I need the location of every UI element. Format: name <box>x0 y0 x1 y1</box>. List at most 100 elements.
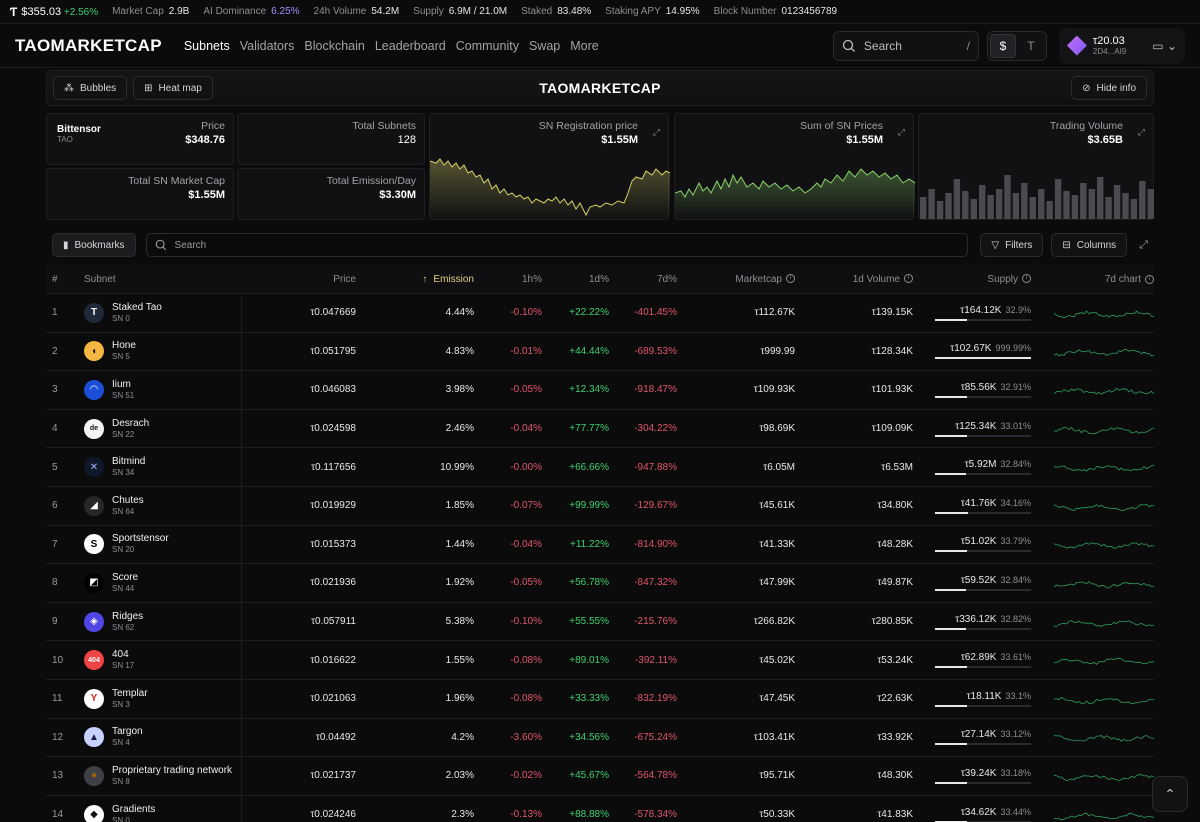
col-marketcap[interactable]: Marketcap i <box>677 274 795 285</box>
col-emission[interactable]: ↑ Emission <box>356 274 474 285</box>
subnet-cell[interactable]: ● Proprietary trading network SN 8 <box>84 757 242 795</box>
subnet-cell[interactable]: ◠ Iium SN 51 <box>84 371 242 409</box>
table-row[interactable]: 13 ● Proprietary trading network SN 8 τ0.… <box>46 756 1154 795</box>
table-search-input[interactable]: Search <box>145 233 969 257</box>
nav-link-swap[interactable]: Swap <box>529 39 560 53</box>
expand-icon[interactable]: ⤢ <box>898 127 905 138</box>
scroll-top-button[interactable]: ⌃ <box>1152 776 1188 812</box>
columns-button[interactable]: ⊟ Columns <box>1051 233 1128 257</box>
table-row[interactable]: 4 de Desrach SN 22 τ0.024598 2.46% -0.04%… <box>46 408 1154 448</box>
table-row[interactable]: 5 ✕ Bitmind SN 34 τ0.117656 10.99% -0.00%… <box>46 447 1154 486</box>
currency-tao[interactable]: T <box>1018 34 1044 58</box>
volume-bar <box>1088 189 1095 219</box>
col-supply[interactable]: Supply i <box>913 274 1031 285</box>
row-index: 11 <box>52 693 63 705</box>
sparkline-cell <box>1031 603 1154 641</box>
eye-off-icon: ⊘ <box>1082 82 1091 94</box>
expand-icon[interactable]: ⤢ <box>653 127 660 138</box>
table-row[interactable]: 2 ◖ Hone SN 5 τ0.051795 4.83% -0.01% +44.… <box>46 331 1154 371</box>
subnet-cell[interactable]: Y Templar SN 3 <box>84 679 242 718</box>
supply-cell: τ27.14K 33.12% <box>913 729 1031 746</box>
table-row[interactable]: 9 ◈ Ridges SN 62 τ0.057911 5.38% -0.10% +… <box>46 601 1154 641</box>
nav-link-blockchain[interactable]: Blockchain <box>304 39 364 53</box>
marketcap-cell: τ47.45K <box>759 693 795 705</box>
subnet-cell[interactable]: S Sportstensor SN 20 <box>84 525 242 564</box>
change-7d-cell: -578.34% <box>634 809 677 821</box>
change-1h-cell: -0.05% <box>510 384 542 396</box>
subnet-cell[interactable]: ◩ Score SN 44 <box>84 564 242 602</box>
supply-value: τ18.11K <box>966 690 1002 702</box>
sparkline-cell <box>1031 526 1154 564</box>
supply-percent: 33.01% <box>1000 420 1031 431</box>
marketcap-cell: τ47.99K <box>759 577 795 589</box>
supply-value: τ59.52K <box>960 574 997 586</box>
nav-link-community[interactable]: Community <box>456 39 519 53</box>
bookmarks-button[interactable]: ▮ Bookmarks <box>52 233 136 257</box>
col-1h[interactable]: 1h% <box>474 274 542 285</box>
token-name: Bittensor <box>57 124 101 135</box>
heatmap-button[interactable]: ⊞ Heat map <box>133 76 213 100</box>
subnet-cell[interactable]: de Desrach SN 22 <box>84 409 242 448</box>
col-7d-chart[interactable]: 7d chart i <box>1031 265 1154 293</box>
table-row[interactable]: 8 ◩ Score SN 44 τ0.021936 1.92% -0.05% +5… <box>46 563 1154 602</box>
table-row[interactable]: 6 ◢ Chutes SN 64 τ0.019929 1.85% -0.07% +… <box>46 485 1154 525</box>
brand-logo[interactable]: TAOMARKETCAP <box>15 36 162 56</box>
currency-usd[interactable]: $ <box>989 33 1016 58</box>
col-subnet[interactable]: Subnet <box>84 265 242 293</box>
col-1d[interactable]: 1d% <box>542 274 609 285</box>
col-volume[interactable]: 1d Volume i <box>795 274 913 285</box>
subnet-cell[interactable]: ◖ Hone SN 5 <box>84 332 242 371</box>
nav-link-leaderboard[interactable]: Leaderboard <box>375 39 446 53</box>
subnet-logo-icon: ◠ <box>84 379 104 400</box>
volume-cell: τ109.09K <box>871 423 913 435</box>
change-1h-cell: -0.04% <box>510 538 542 550</box>
subnet-cell[interactable]: ◢ Chutes SN 64 <box>84 486 242 525</box>
table-row[interactable]: 12 ▲ Targon SN 4 τ0.04492 4.2% -3.60% +34… <box>46 717 1154 757</box>
wallet-button[interactable]: τ20.03 2D4...AI9 ▭ ⌄ <box>1058 27 1185 64</box>
table-row[interactable]: 1 T Staked Tao SN 0 τ0.047669 4.44% -0.10… <box>46 293 1154 332</box>
subnet-id: SN 64 <box>112 506 135 516</box>
subnet-cell[interactable]: ◆ Gradients SN 0 <box>84 795 242 822</box>
price-cell: τ0.057911 <box>311 616 356 628</box>
supply-value: τ41.76K <box>960 497 997 509</box>
search-label: Search <box>863 38 902 53</box>
hide-info-button[interactable]: ⊘ Hide info <box>1071 76 1147 100</box>
subnet-name: Desrach <box>112 417 150 429</box>
supply-progress-bar <box>935 511 1031 514</box>
table-row[interactable]: 3 ◠ Iium SN 51 τ0.046083 3.98% -0.05% +12… <box>46 370 1154 409</box>
price-cell: τ0.024598 <box>310 423 356 435</box>
subnet-logo-icon: de <box>84 418 104 439</box>
table-row[interactable]: 11 Y Templar SN 3 τ0.021063 1.96% -0.08% … <box>46 678 1154 718</box>
expand-icon[interactable]: ⤢ <box>1138 127 1145 138</box>
bubbles-icon: ⁂ <box>64 82 74 94</box>
subnet-cell[interactable]: ▲ Targon SN 4 <box>84 718 242 757</box>
filters-button[interactable]: ▽ Filters <box>980 233 1044 257</box>
nav-link-subnets[interactable]: Subnets <box>184 39 230 53</box>
subnets-label: Total Subnets <box>352 120 416 132</box>
change-1d-cell: +12.34% <box>569 384 609 396</box>
table-row[interactable]: 10 404 404 SN 17 τ0.016622 1.55% -0.08% +… <box>46 640 1154 679</box>
table-row[interactable]: 7 S Sportstensor SN 20 τ0.015373 1.44% -0… <box>46 524 1154 564</box>
col-7d[interactable]: 7d% <box>609 274 677 285</box>
bubbles-button[interactable]: ⁂ Bubbles <box>53 76 128 100</box>
fullscreen-icon[interactable]: ⤢ <box>1139 239 1148 252</box>
emission-label: Total Emission/Day <box>326 175 416 187</box>
table-row[interactable]: 14 ◆ Gradients SN 0 τ0.024246 2.3% -0.13%… <box>46 794 1154 822</box>
subnet-name: Chutes <box>112 494 144 506</box>
change-1d-cell: +66.66% <box>569 461 609 473</box>
volume-bar <box>1139 181 1146 219</box>
change-1d-cell: +88.88% <box>569 809 609 821</box>
subnet-cell[interactable]: 404 404 SN 17 <box>84 641 242 679</box>
subnet-cell[interactable]: ✕ Bitmind SN 34 <box>84 448 242 486</box>
volume-bar <box>1071 195 1079 219</box>
row-index: 9 <box>52 616 58 628</box>
nav-link-more[interactable]: More <box>570 39 598 53</box>
subnet-cell[interactable]: T Staked Tao SN 0 <box>84 294 242 332</box>
col-price[interactable]: Price <box>242 274 356 285</box>
subnet-cell[interactable]: ◈ Ridges SN 62 <box>84 602 242 641</box>
nav-link-validators[interactable]: Validators <box>240 39 295 53</box>
global-search[interactable]: Search / <box>832 30 979 61</box>
subnet-id: SN 0 <box>112 313 130 323</box>
table-toolbar: ▮ Bookmarks Search ▽ Filters ⊟ Columns ⤢ <box>46 226 1154 264</box>
subnet-logo-icon: ◩ <box>84 572 104 593</box>
